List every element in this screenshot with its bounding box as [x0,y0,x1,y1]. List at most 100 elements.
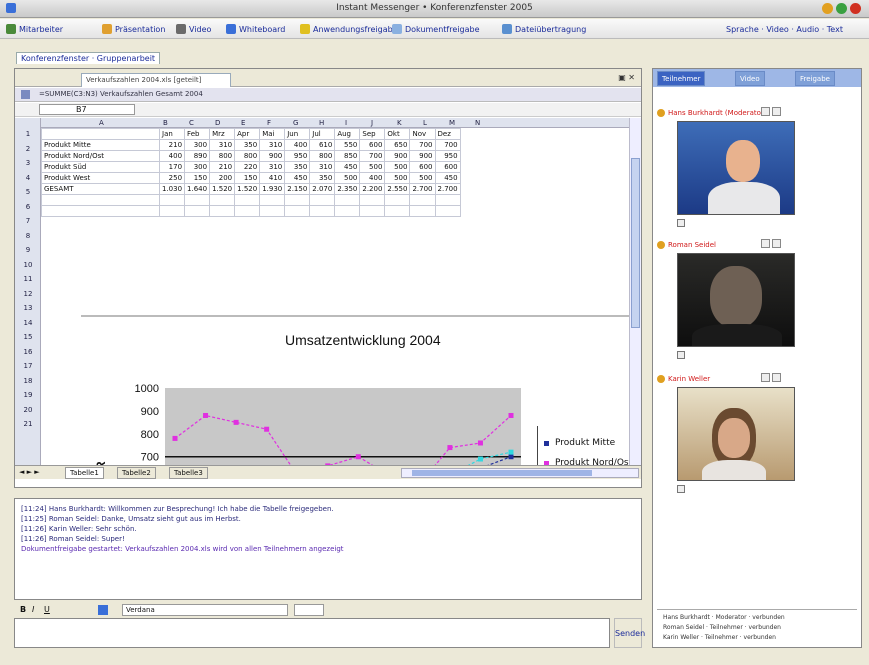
row-number[interactable]: 17 [15,362,41,370]
scrollbar-thumb[interactable] [412,470,592,476]
scrollbar-thumb[interactable] [631,158,640,328]
value-cell[interactable]: 900 [409,150,436,162]
row-number[interactable]: 3 [15,159,41,167]
value-cell[interactable]: 600 [409,161,436,173]
italic-button[interactable]: I [32,605,34,614]
value-cell[interactable]: 210 [209,161,236,173]
video-settings-button[interactable] [761,373,770,382]
row-number[interactable]: 21 [15,420,41,428]
value-cell[interactable]: 2.550 [384,183,411,195]
participant-row[interactable]: Roman Seidel · Teilnehmer · verbunden [663,624,781,631]
spreadsheet-grid[interactable]: 1 2 3 4 5 6 7 8 9 10 11 12 13 14 15 16 17 18 19 20 21 ABCDEF… [15,118,629,465]
row-number[interactable]: 18 [15,377,41,385]
row-label-cell[interactable]: Produkt Mitte [41,139,160,151]
value-cell[interactable]: 700 [359,150,386,162]
cell[interactable] [434,194,461,206]
minimize-button[interactable] [822,3,833,14]
column-letter[interactable]: H [319,119,324,127]
cell[interactable] [234,205,261,217]
value-cell[interactable]: 900 [259,150,286,162]
cell[interactable] [41,194,160,206]
value-cell[interactable]: 400 [284,139,311,151]
value-cell[interactable]: 350 [284,161,311,173]
value-cell[interactable]: 2.070 [309,183,336,195]
value-cell[interactable]: 200 [209,172,236,184]
font-select[interactable]: Verdana [122,604,288,616]
cell[interactable] [384,194,411,206]
value-cell[interactable]: 1.520 [209,183,236,195]
value-cell[interactable]: 550 [334,139,361,151]
value-cell[interactable]: 220 [234,161,261,173]
tab-shared-spreadsheet[interactable]: Verkaufszahlen 2004.xls [geteilt] [81,73,231,87]
cell[interactable] [409,194,436,206]
value-cell[interactable]: 2.350 [334,183,361,195]
value-cell[interactable]: 1.930 [259,183,286,195]
row-number[interactable]: 5 [15,188,41,196]
column-letter[interactable]: B [163,119,168,127]
value-cell[interactable]: 2.150 [284,183,311,195]
tab-video[interactable]: Video [735,71,765,86]
value-cell[interactable]: 210 [158,139,186,151]
column-letter[interactable]: J [371,119,373,127]
toolbar-media-toggle[interactable]: Sprache · Video · Audio · Text [726,23,843,35]
cell[interactable] [359,194,386,206]
value-cell[interactable]: 450 [434,172,461,184]
mic-icon[interactable] [677,485,685,493]
video-settings-button[interactable] [761,239,770,248]
value-cell[interactable]: 950 [284,150,311,162]
video-close-button[interactable] [772,239,781,248]
column-letter[interactable]: K [397,119,402,127]
value-cell[interactable]: 2.700 [434,183,461,195]
video-settings-button[interactable] [761,107,770,116]
toolbar-contacts-button[interactable]: Mitarbeiter [6,23,63,35]
cell[interactable] [158,205,186,217]
cell[interactable] [259,205,286,217]
maximize-button[interactable] [836,3,847,14]
cell[interactable] [259,194,286,206]
row-number[interactable]: 19 [15,391,41,399]
toolbar-doc-sharing-button[interactable]: Dokumentfreigabe [392,23,480,35]
tab-participants[interactable]: Teilnehmer [657,71,706,86]
toolbar-file-transfer-button[interactable]: Dateiübertragung [502,23,586,35]
column-letter[interactable]: M [449,119,455,127]
value-cell[interactable]: 890 [184,150,211,162]
value-cell[interactable]: 450 [334,161,361,173]
mic-icon[interactable] [677,351,685,359]
send-button[interactable]: Senden [614,618,645,648]
value-cell[interactable]: 650 [384,139,411,151]
toolbar-video-button[interactable]: Video [176,23,211,35]
tab-conference[interactable]: Konferenzfenster · Gruppenarbeit [16,52,161,64]
month-cell[interactable]: Jan [158,128,186,140]
value-cell[interactable]: 800 [309,150,336,162]
value-cell[interactable]: 310 [259,139,286,151]
month-cell[interactable]: Aug [334,128,361,140]
value-cell[interactable]: 2.200 [359,183,386,195]
value-cell[interactable]: 500 [384,172,411,184]
value-cell[interactable]: 1.030 [158,183,186,195]
value-cell[interactable]: 610 [309,139,336,151]
value-cell[interactable]: 400 [158,150,186,162]
row-number[interactable]: 16 [15,348,41,356]
sheet-tab-1[interactable]: Tabelle1 [65,467,104,479]
value-cell[interactable]: 500 [384,161,411,173]
month-cell[interactable]: Okt [384,128,411,140]
vertical-scrollbar[interactable] [629,118,641,465]
mic-icon[interactable] [677,219,685,227]
row-number[interactable]: 7 [15,217,41,225]
row-label-cell[interactable]: Produkt Nord/Ost [41,150,160,162]
value-cell[interactable]: 700 [409,139,436,151]
tab-sharing[interactable]: Freigabe [795,71,835,86]
cell[interactable] [409,205,436,217]
row-number[interactable]: 11 [15,275,41,283]
value-cell[interactable]: 500 [409,172,436,184]
value-cell[interactable]: 800 [234,150,261,162]
column-letter[interactable]: G [293,119,298,127]
value-cell[interactable]: 850 [334,150,361,162]
value-cell[interactable]: 900 [384,150,411,162]
value-cell[interactable]: 250 [158,172,186,184]
underline-button[interactable]: U [44,605,50,614]
value-cell[interactable]: 950 [434,150,461,162]
row-number[interactable]: 9 [15,246,41,254]
row-number[interactable]: 13 [15,304,41,312]
row-label-cell[interactable]: Produkt Süd [41,161,160,173]
